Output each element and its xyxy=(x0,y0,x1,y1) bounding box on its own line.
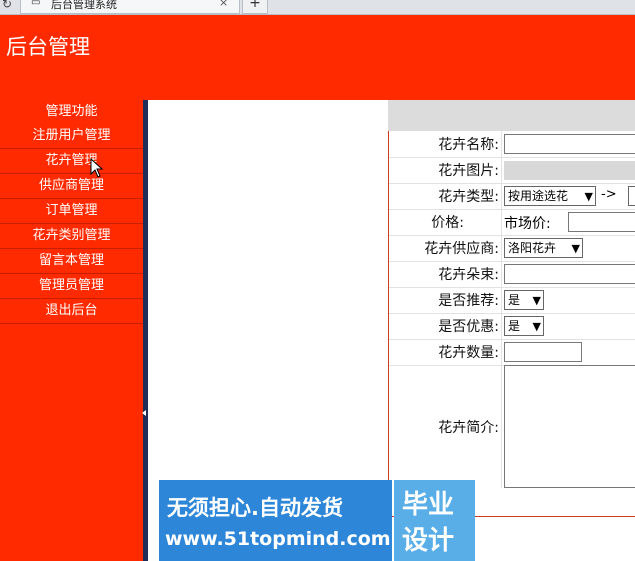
close-tab-icon[interactable]: × xyxy=(219,0,228,9)
browser-tab[interactable]: ▭ 后台管理系统 × xyxy=(20,0,240,14)
new-tab-button[interactable]: + xyxy=(242,0,268,14)
form-row-bouquet: 花卉朵束: xyxy=(389,261,635,288)
recommend-select-value: 是 xyxy=(508,293,521,307)
form-row-discount: 是否优惠: 是 ▼ xyxy=(389,313,635,340)
type-label: 花卉类型: xyxy=(438,189,499,205)
intro-textarea[interactable] xyxy=(504,365,635,488)
supplier-select-value: 洛阳花卉 xyxy=(508,241,557,255)
page-header: 后台管理 xyxy=(0,15,635,100)
recommend-select[interactable]: 是 ▼ xyxy=(504,290,544,310)
type-select-value: 按用途选花 xyxy=(508,189,569,203)
supplier-label: 花卉供应商: xyxy=(424,241,499,257)
chevron-down-icon: ▼ xyxy=(532,294,541,307)
discount-label: 是否优惠: xyxy=(438,319,499,335)
quantity-label: 花卉数量: xyxy=(438,345,499,361)
watermark-text-block: 无须担心.自动发货 www.51topmind.com xyxy=(159,480,392,561)
form-row-type: 花卉类型: 按用途选花 ▼ -> xyxy=(389,183,635,210)
form-row-image: 花卉图片: xyxy=(389,157,635,184)
form-row-quantity: 花卉数量: xyxy=(389,339,635,366)
watermark-slogan: 无须担心.自动发货 xyxy=(167,496,343,520)
type-arrow-text: -> xyxy=(601,187,617,202)
market-price-input[interactable] xyxy=(568,212,635,232)
form-row-supplier: 花卉供应商: 洛阳花卉 ▼ xyxy=(389,235,635,262)
recommend-label: 是否推荐: xyxy=(438,293,499,309)
watermark-badge-line2: 设计 xyxy=(402,526,455,556)
intro-label: 花卉简介: xyxy=(438,419,499,436)
browser-tab-strip: ↻ ▭ 后台管理系统 × + xyxy=(0,0,635,15)
page-title: 后台管理 xyxy=(6,35,90,59)
sidebar-item-admins[interactable]: 管理员管理 xyxy=(0,274,143,299)
sidebar-item-users[interactable]: 注册用户管理 xyxy=(0,124,143,149)
flower-form: 花卉名称: 花卉图片: 花卉类型: 按用途选花 ▼ -> 价格: 市场价: 花卉供… xyxy=(388,131,635,517)
sidebar-item-guestbook[interactable]: 留言本管理 xyxy=(0,249,143,274)
sidebar: 管理功能 注册用户管理 花卉管理 供应商管理 订单管理 花卉类别管理 留言本管理… xyxy=(0,100,143,561)
form-header-bar xyxy=(388,100,635,131)
form-row-recommend: 是否推荐: 是 ▼ xyxy=(389,287,635,314)
form-row-intro: 花卉简介: xyxy=(389,365,635,488)
sidebar-item-flowers[interactable]: 花卉管理 xyxy=(0,149,143,174)
reload-icon[interactable]: ↻ xyxy=(2,0,12,11)
price-label: 价格: xyxy=(431,215,464,231)
quantity-input[interactable] xyxy=(504,342,582,362)
type-select[interactable]: 按用途选花 ▼ xyxy=(504,186,596,206)
image-upload-field[interactable] xyxy=(504,161,635,180)
form-row-price: 价格: 市场价: xyxy=(389,209,635,236)
discount-select-value: 是 xyxy=(508,319,521,333)
flower-name-input[interactable] xyxy=(504,134,635,154)
browser-tab-title: 后台管理系统 xyxy=(51,0,117,11)
bouquet-input[interactable] xyxy=(504,264,635,284)
discount-select[interactable]: 是 ▼ xyxy=(504,316,544,336)
form-row-name: 花卉名称: xyxy=(389,131,635,158)
chevron-down-icon: ▼ xyxy=(532,320,541,333)
sidebar-item-categories[interactable]: 花卉类别管理 xyxy=(0,224,143,249)
sidebar-item-suppliers[interactable]: 供应商管理 xyxy=(0,174,143,199)
supplier-select[interactable]: 洛阳花卉 ▼ xyxy=(504,238,583,258)
sidebar-item-orders[interactable]: 订单管理 xyxy=(0,199,143,224)
chevron-down-icon: ▼ xyxy=(571,242,580,255)
frame-toggle-icon[interactable] xyxy=(142,410,146,416)
sidebar-heading: 管理功能 xyxy=(45,104,98,119)
mouse-cursor-icon xyxy=(90,158,104,178)
bouquet-label: 花卉朵束: xyxy=(438,267,499,283)
watermark-badge: 毕业 设计 xyxy=(394,480,475,561)
image-label: 花卉图片: xyxy=(438,163,499,179)
page-favicon-icon: ▭ xyxy=(31,0,41,8)
sidebar-item-logout[interactable]: 退出后台 xyxy=(0,299,143,324)
chevron-down-icon: ▼ xyxy=(584,190,593,203)
subtype-select[interactable] xyxy=(628,186,635,206)
name-label: 花卉名称: xyxy=(438,137,499,153)
watermark-badge-line1: 毕业 xyxy=(402,490,455,520)
watermark-banner: 无须担心.自动发货 www.51topmind.com 毕业 设计 xyxy=(159,480,475,561)
watermark-url: www.51topmind.com xyxy=(165,528,391,550)
market-price-label: 市场价: xyxy=(504,216,551,232)
